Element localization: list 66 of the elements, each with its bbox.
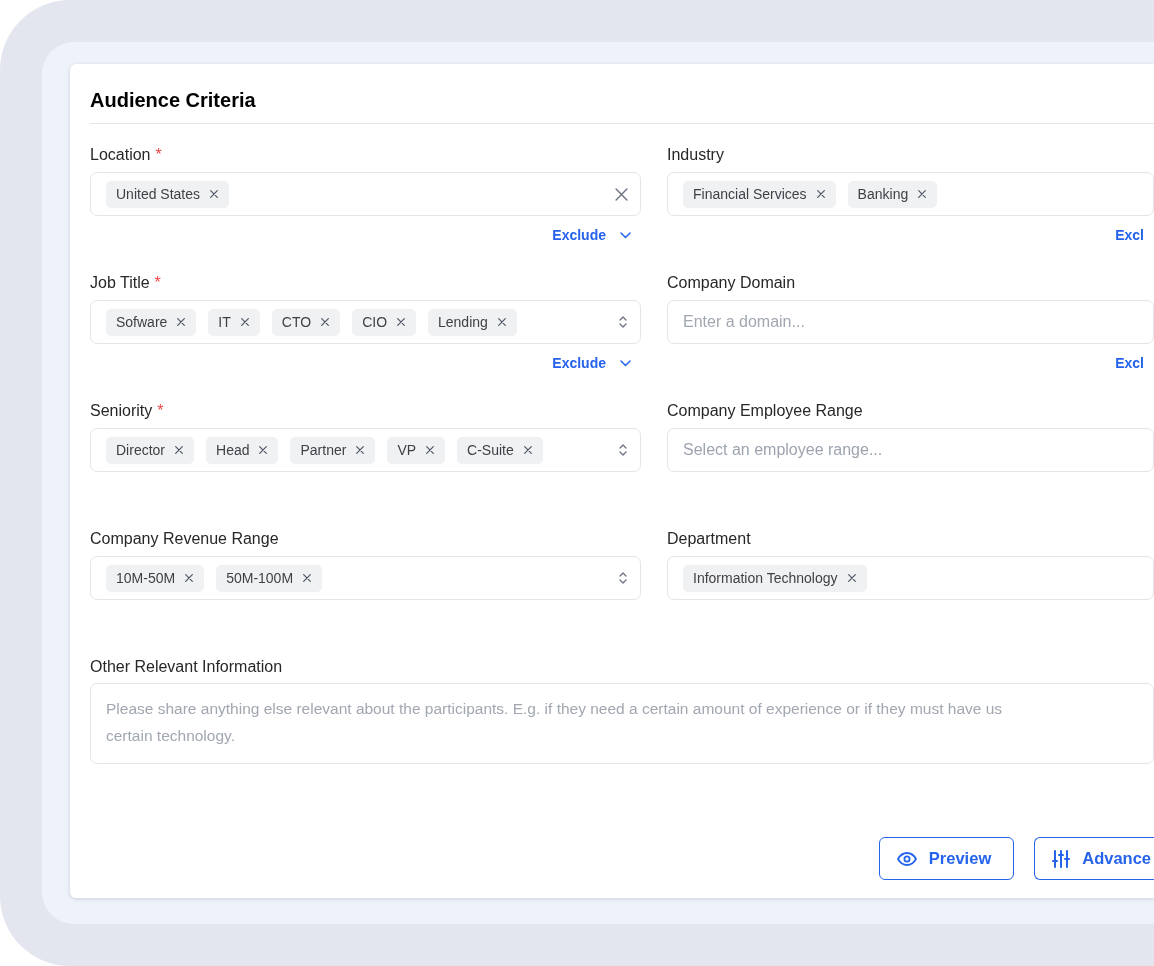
remove-icon[interactable] xyxy=(425,445,436,455)
tag-label: Director xyxy=(116,442,165,458)
select-field[interactable]: Select an employee range... xyxy=(667,428,1154,472)
up-down-chevron-icon[interactable] xyxy=(618,570,628,586)
remove-icon[interactable] xyxy=(396,317,406,327)
tag-input-field[interactable]: Financial Services Banking xyxy=(667,172,1154,216)
remove-icon[interactable] xyxy=(209,189,220,199)
tag-label: 10M-50M xyxy=(116,570,176,586)
tag-label: Sofware xyxy=(116,314,168,330)
field-label: Company Employee Range xyxy=(667,402,863,420)
field-label: Seniority xyxy=(90,402,153,420)
required-mark: * xyxy=(157,402,164,420)
field-label: Department xyxy=(667,530,751,548)
tag-input-field[interactable]: Director Head Partner VP C-Suite xyxy=(90,428,641,472)
field-label: Company Domain xyxy=(667,274,796,292)
up-down-chevron-icon[interactable] xyxy=(618,442,628,458)
clear-icon[interactable] xyxy=(615,187,628,201)
exclude-link[interactable]: Exclude xyxy=(552,355,631,371)
advanced-button[interactable]: Advance xyxy=(1034,837,1154,880)
remove-icon[interactable] xyxy=(496,317,507,327)
remove-icon[interactable] xyxy=(174,445,184,455)
field-label: Other Relevant Information xyxy=(90,658,284,677)
tag-label: C-Suite xyxy=(467,442,514,458)
exclude-link[interactable]: Excl xyxy=(1115,355,1144,371)
field-label: Location xyxy=(90,146,151,164)
preview-button[interactable]: Preview xyxy=(878,837,1015,880)
field-label: Industry xyxy=(667,146,724,164)
remove-icon[interactable] xyxy=(239,317,250,327)
remove-icon[interactable] xyxy=(815,189,826,199)
remove-icon[interactable] xyxy=(302,573,313,583)
tag-label: IT xyxy=(218,314,231,330)
tag-input-field[interactable]: Sofware IT CTO CIO Lending xyxy=(90,300,641,344)
textarea-field[interactable]: Please share anything else relevant about the participants. E.g. if they need a certain amount of experience or if they must have us certain technology. xyxy=(90,683,1154,764)
required-mark: * xyxy=(155,146,162,164)
card-title: Audience Criteria xyxy=(90,88,257,112)
tag-input-field[interactable]: United States xyxy=(90,172,641,216)
remove-icon[interactable] xyxy=(917,189,928,199)
tag-label: Lending xyxy=(438,314,488,330)
up-down-chevron-icon[interactable] xyxy=(618,314,628,330)
eye-icon xyxy=(896,851,917,866)
input-field[interactable]: Enter a domain... xyxy=(667,300,1154,344)
tag-label: CTO xyxy=(281,314,312,330)
sliders-icon xyxy=(1052,848,1071,869)
exclude-link[interactable]: Exclude xyxy=(552,227,631,243)
tag-label: Information Technology xyxy=(693,570,838,586)
field-label: Job Title xyxy=(90,274,150,292)
tag-label: United States xyxy=(116,186,201,202)
required-mark: * xyxy=(154,274,161,292)
exclude-link[interactable]: Excl xyxy=(1115,227,1144,243)
tag-label: Financial Services xyxy=(693,186,807,202)
tag-input-field[interactable]: Information Technology xyxy=(667,556,1154,600)
tag-label: 50M-100M xyxy=(226,570,294,586)
remove-icon[interactable] xyxy=(320,317,331,327)
remove-icon[interactable] xyxy=(176,317,187,327)
remove-icon[interactable] xyxy=(184,573,195,583)
tag-label: Head xyxy=(216,442,250,458)
tag-label: CIO xyxy=(362,314,387,330)
tag-label: Banking xyxy=(857,186,909,202)
remove-icon[interactable] xyxy=(355,445,366,455)
remove-icon[interactable] xyxy=(522,445,533,455)
tag-input-field[interactable]: 10M-50M 50M-100M xyxy=(90,556,641,600)
tag-label: Partner xyxy=(300,442,347,458)
remove-icon[interactable] xyxy=(258,445,269,455)
remove-icon[interactable] xyxy=(846,573,857,583)
field-label: Company Revenue Range xyxy=(90,530,279,548)
tag-label: VP xyxy=(397,442,417,458)
